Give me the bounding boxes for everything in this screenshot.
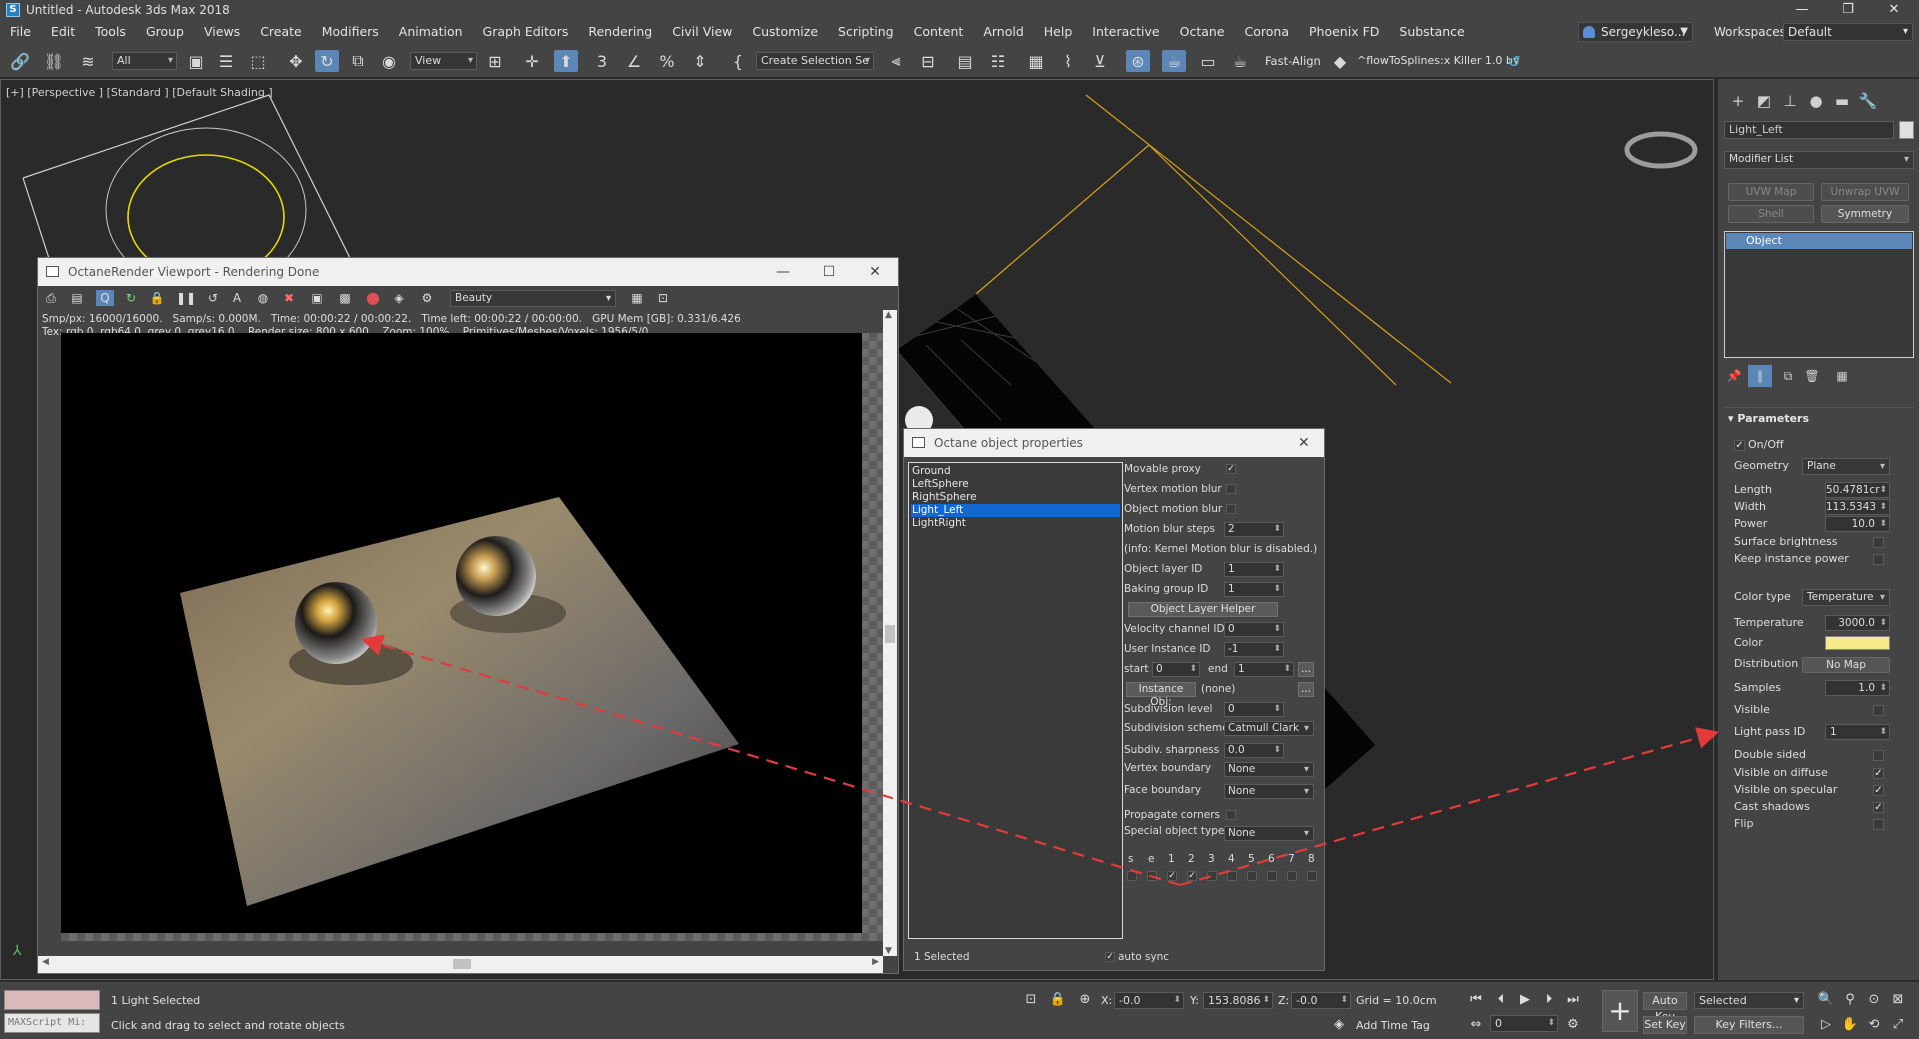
x-label: X:: [1101, 994, 1113, 1007]
annotation-overlay: [360, 634, 1720, 887]
orbit-icon[interactable]: ⟲: [1865, 1016, 1883, 1034]
y-label: Y:: [1190, 994, 1199, 1007]
maxscript-mini-listener[interactable]: MAXScript Mi:: [4, 1013, 100, 1033]
zoom-all-icon[interactable]: ⚲: [1841, 991, 1859, 1009]
go-to-end-icon[interactable]: ⏭: [1564, 991, 1582, 1009]
add-time-tag[interactable]: Add Time Tag: [1356, 1019, 1430, 1033]
z-coordinate-field[interactable]: -0.0: [1291, 992, 1351, 1009]
selection-lock-icon[interactable]: 🔒: [1049, 991, 1067, 1009]
zoom-icon[interactable]: 🔍: [1817, 991, 1835, 1009]
field-of-view-icon[interactable]: ▷: [1817, 1016, 1835, 1034]
time-config-icon[interactable]: ⚙: [1564, 1016, 1582, 1034]
x-coordinate-field[interactable]: -0.0: [1114, 992, 1184, 1009]
annotation-arrow-to-light-pass-id: [1179, 727, 1720, 887]
next-frame-icon[interactable]: ⏵: [1540, 991, 1558, 1009]
grid-size: Grid = 10.0cm: [1356, 994, 1437, 1007]
chevron-down-icon: ▾: [1793, 995, 1799, 1006]
isolate-selection-icon[interactable]: ⊡: [1022, 991, 1040, 1009]
key-selection-dropdown[interactable]: Selected ▾: [1694, 992, 1804, 1009]
status-bar: MAXScript Mi: 1 Light Selected Click and…: [0, 981, 1919, 1039]
play-icon[interactable]: ▶: [1516, 991, 1534, 1009]
maxscript-listener-pink[interactable]: [4, 990, 100, 1010]
time-tag-icon[interactable]: ◈: [1330, 1016, 1348, 1034]
prompt-line: Click and drag to select and rotate obje…: [111, 1019, 345, 1032]
set-key-button[interactable]: Set Key: [1643, 1016, 1687, 1034]
zoom-extents-icon[interactable]: ⊙: [1865, 991, 1883, 1009]
pan-view-icon[interactable]: ✋: [1841, 1016, 1859, 1034]
key-filters-button[interactable]: Key Filters...: [1694, 1016, 1804, 1034]
current-frame-field[interactable]: 0: [1490, 1015, 1558, 1032]
z-label: Z:: [1278, 994, 1290, 1007]
key-mode-icon[interactable]: ⇔: [1467, 1016, 1485, 1034]
previous-frame-icon[interactable]: ⏴: [1492, 991, 1510, 1009]
y-coordinate-field[interactable]: 153.8086: [1203, 992, 1273, 1009]
maximize-viewport-icon[interactable]: ⤢: [1889, 1016, 1907, 1034]
go-to-start-icon[interactable]: ⏮: [1467, 991, 1485, 1009]
key-selection-value: Selected: [1699, 994, 1747, 1007]
auto-key-button[interactable]: Auto Key: [1643, 992, 1687, 1023]
zoom-extents-all-icon[interactable]: ⊠: [1889, 991, 1907, 1009]
absolute-mode-transform-icon[interactable]: ⊕: [1076, 991, 1094, 1009]
annotation-arrow-to-sphere: [360, 634, 1181, 887]
selection-status: 1 Light Selected: [111, 994, 201, 1007]
set-key-big-plus-icon[interactable]: +: [1602, 990, 1638, 1032]
